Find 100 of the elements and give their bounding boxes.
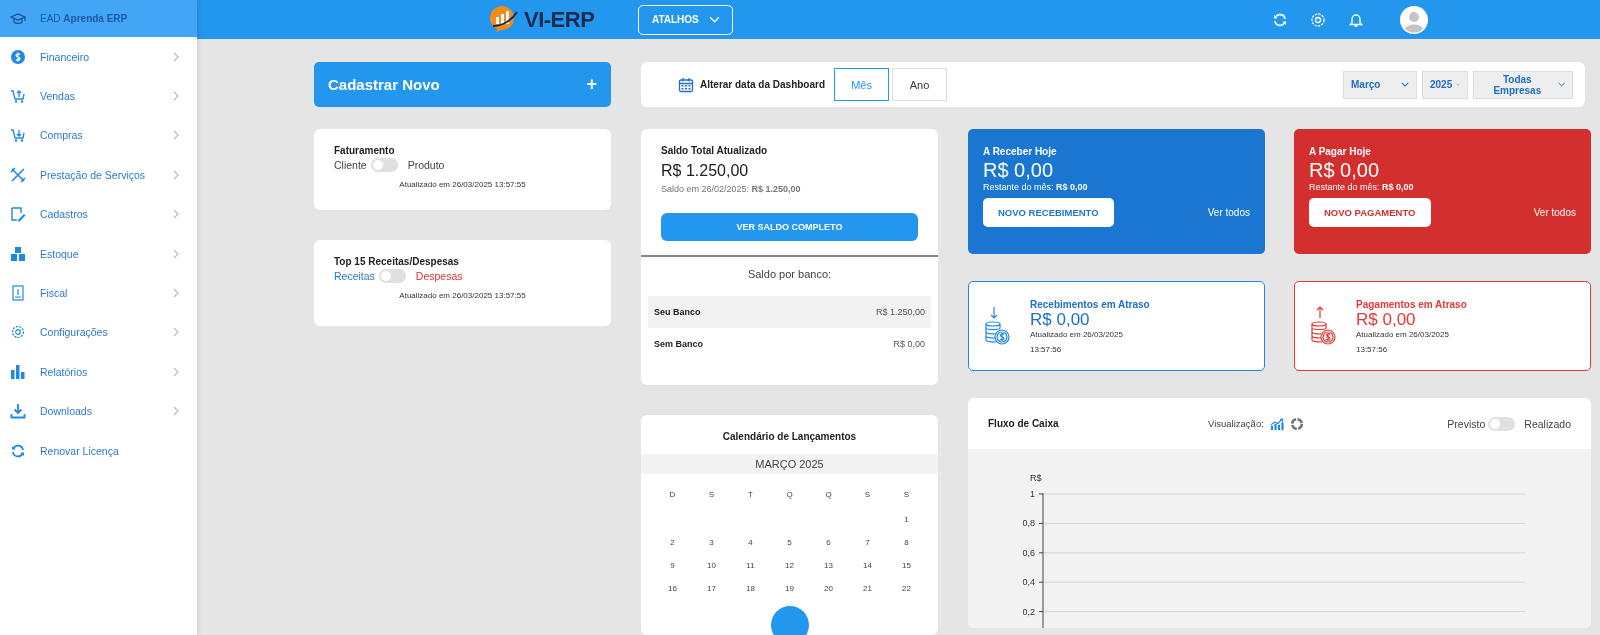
calendar-day[interactable]: 17 <box>692 582 731 595</box>
toggle-switch[interactable] <box>1488 416 1516 431</box>
toggle-label: Despesas <box>415 270 463 282</box>
document-icon <box>10 285 26 302</box>
calendar-day[interactable]: 21 <box>848 582 887 595</box>
sidebar-item[interactable]: Renovar Licença <box>0 430 197 471</box>
calendar-day[interactable]: 16 <box>653 582 692 595</box>
edit-icon <box>10 206 26 223</box>
toggle-label: Produto <box>407 159 445 171</box>
tick-label: 1 <box>1030 489 1035 499</box>
coins-icon <box>1310 306 1336 346</box>
cart-icon <box>10 127 26 144</box>
updated-text: Atualizado em 26/03/2025 <box>1356 329 1450 339</box>
calendar-day[interactable]: 3 <box>692 536 731 549</box>
weekday-label: Q <box>824 489 833 501</box>
toggle-label: Receitas <box>334 270 375 282</box>
sidebar-label: Cadastros <box>40 208 89 221</box>
boxes-icon <box>10 245 26 262</box>
card-title: A Pagar Hoje <box>1309 146 1372 157</box>
updated-text: Atualizado em 26/03/2025 13:57:55 <box>399 291 526 300</box>
calendar-day[interactable]: 8 <box>887 536 926 549</box>
sidebar-item[interactable]: Relatórios <box>0 352 197 392</box>
toggle-switch[interactable] <box>378 269 406 283</box>
tick-label: 0,6 <box>1022 547 1035 558</box>
donut-chart-icon[interactable] <box>1289 416 1304 431</box>
calendar-day[interactable]: 10 <box>692 559 731 572</box>
view-label: Visualização: <box>1208 418 1264 429</box>
sidebar-label: Estoque <box>40 247 80 260</box>
chevron-icon <box>173 51 179 62</box>
calendar-day[interactable]: 9 <box>653 559 692 572</box>
sidebar-item[interactable]: Fiscal <box>0 273 197 313</box>
avatar[interactable] <box>1400 5 1428 34</box>
card-title: Pagamentos em Atraso <box>1356 298 1467 310</box>
calendar-day[interactable]: 15 <box>887 559 926 572</box>
chevron-icon <box>173 248 179 259</box>
new-entry-button[interactable]: NOVO PAGAMENTO <box>1309 198 1431 227</box>
updated-text: Atualizado em 26/03/2025 13:57:55 <box>399 180 526 189</box>
caret-icon <box>708 16 720 23</box>
line-chart-icon[interactable] <box>1269 416 1284 431</box>
weekday-label: Q <box>785 489 794 501</box>
amount: R$ 0,00 <box>1356 309 1417 330</box>
tick-label: 0,8 <box>1022 518 1035 529</box>
view-all-link[interactable]: Ver todos <box>1207 207 1250 218</box>
sidebar-item[interactable]: Financeiro <box>0 37 197 77</box>
calendar-day[interactable]: 6 <box>809 536 848 549</box>
sidebar-item[interactable]: Prestação de Serviços <box>0 155 197 195</box>
previous-balance: Saldo em 26/02/2025: R$ 1.250,00 <box>661 184 802 194</box>
toggle-switch[interactable] <box>370 158 398 172</box>
calendar-day[interactable]: 20 <box>809 582 848 595</box>
card-title: Calendário de Lançamentos <box>721 431 858 442</box>
card-title: Saldo Total Atualizado <box>661 145 769 156</box>
sidebar-label: Compras <box>40 129 84 142</box>
filter-dropdown[interactable]: 2025 <box>1422 70 1468 99</box>
chevron-icon <box>173 130 179 141</box>
calendar-day[interactable]: 22 <box>887 582 926 595</box>
chevron-icon <box>173 366 179 377</box>
sidebar-item[interactable]: Vendas <box>0 76 197 116</box>
new-entry-button[interactable]: NOVO RECEBIMENTO <box>983 198 1114 227</box>
sidebar-item[interactable]: Estoque <box>0 233 197 274</box>
calendar-day[interactable]: 13 <box>809 559 848 572</box>
calendar-icon <box>678 76 694 93</box>
calendar-day[interactable]: 7 <box>848 536 887 549</box>
download-icon <box>10 403 26 420</box>
card-title: Fluxo de Caixa <box>988 418 1060 429</box>
balance-amount: R$ 1.250,00 <box>661 162 750 180</box>
weekday-label: S <box>863 489 872 501</box>
sidebar-label: Relatórios <box>40 365 89 378</box>
view-all-link[interactable]: Ver todos <box>1533 207 1576 218</box>
calendar-day[interactable]: 1 <box>887 513 926 526</box>
chevron-icon <box>173 406 179 417</box>
calendar-day[interactable]: 4 <box>731 536 770 549</box>
calendar-day[interactable]: 12 <box>770 559 809 572</box>
calendar-day[interactable]: 18 <box>731 582 770 595</box>
bank-amount: R$ 1.250,00 <box>875 307 925 317</box>
tick-label: 0,2 <box>1022 606 1035 617</box>
sidebar-item[interactable]: Cadastros <box>0 194 197 234</box>
filter-dropdown[interactable]: Todas Empresas <box>1473 70 1573 99</box>
bell-icon[interactable] <box>1348 11 1364 28</box>
tick-label: 0,4 <box>1022 577 1035 588</box>
settings-icon[interactable] <box>1310 11 1326 28</box>
sidebar-item[interactable]: Downloads <box>0 391 197 431</box>
refresh-icon[interactable] <box>1272 11 1288 28</box>
calendar-day[interactable]: 5 <box>770 536 809 549</box>
calendar-day[interactable]: 2 <box>653 536 692 549</box>
sidebar-item[interactable]: Configurações <box>0 312 197 353</box>
filter-dropdown[interactable]: Março <box>1343 70 1417 99</box>
cart-icon <box>10 88 26 105</box>
sidebar-label: Downloads <box>40 405 93 418</box>
calendar-day[interactable]: 19 <box>770 582 809 595</box>
sidebar-item[interactable]: Compras <box>0 115 197 156</box>
calendar-day[interactable]: 11 <box>731 559 770 572</box>
calendar-month: MARÇO 2025 <box>641 454 938 474</box>
period-tab[interactable]: Ano <box>892 68 948 101</box>
calendar-day[interactable]: 14 <box>848 559 887 572</box>
weekday-label: D <box>668 489 677 501</box>
sidebar-label: Configurações <box>40 326 109 339</box>
chevron-icon <box>173 288 179 299</box>
card-title: A Receber Hoje <box>983 146 1058 157</box>
chevron-icon <box>173 91 179 102</box>
amount: R$ 0,00 <box>1309 159 1381 182</box>
